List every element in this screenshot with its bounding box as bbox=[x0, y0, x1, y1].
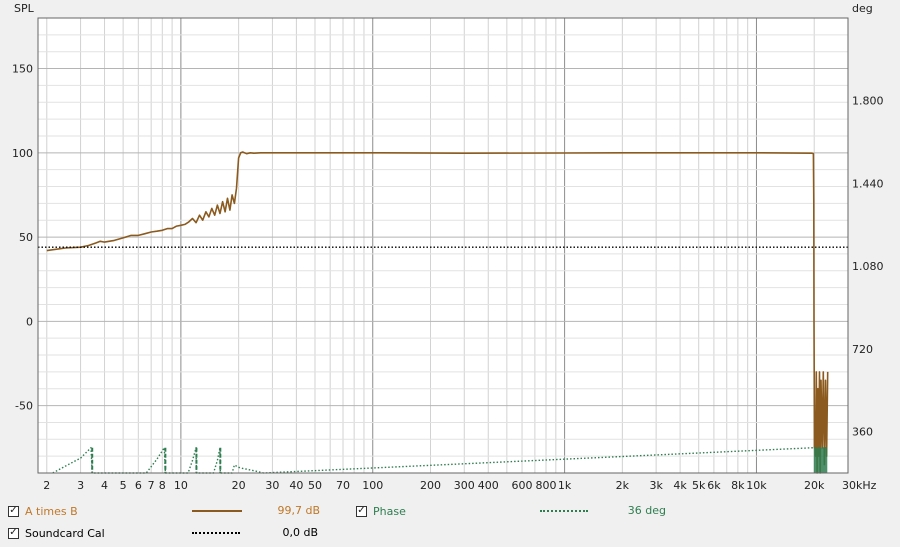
legend-label-soundcard-cal: Soundcard Cal bbox=[25, 526, 105, 540]
legend-label-a-times-b: A times B bbox=[25, 504, 78, 518]
legend-item-a-times-b[interactable]: ✓ A times B bbox=[8, 502, 78, 520]
legend-swatch-a-times-b bbox=[192, 510, 242, 512]
x-tick-label: 1k bbox=[558, 479, 572, 492]
y-tick-label-right: 1.080 bbox=[852, 260, 884, 273]
x-tick-label: 3 bbox=[77, 479, 84, 492]
y-tick-label-left: -50 bbox=[15, 400, 33, 413]
legend-swatch-soundcard-cal bbox=[192, 532, 240, 534]
x-tick-label: 300 bbox=[454, 479, 475, 492]
checkbox-a-times-b[interactable]: ✓ bbox=[8, 505, 19, 517]
x-tick-label: 20 bbox=[232, 479, 246, 492]
y-tick-label-left: 0 bbox=[26, 315, 33, 328]
x-tick-label: 7 bbox=[148, 479, 155, 492]
x-tick-label: 6 bbox=[135, 479, 142, 492]
y-tick-label-left: 50 bbox=[19, 231, 33, 244]
x-tick-label: 3k bbox=[649, 479, 663, 492]
x-tick-label: 8 bbox=[159, 479, 166, 492]
legend-panel: ✓ A times B 99,7 dB ✓ Phase 36 deg ✓ Sou… bbox=[0, 498, 900, 547]
y-tick-label-left: 150 bbox=[12, 63, 33, 76]
y-tick-label-left: 100 bbox=[12, 147, 33, 160]
y-tick-label-right: 720 bbox=[852, 343, 873, 356]
frequency-response-chart: SPL deg-500501001503607201.0801.4401.8002… bbox=[12, 2, 884, 492]
legend-swatch-phase bbox=[540, 510, 588, 512]
x-tick-label: 4k bbox=[673, 479, 687, 492]
x-tick-label: 70 bbox=[336, 479, 350, 492]
x-tick-label: 20k bbox=[804, 479, 825, 492]
checkbox-soundcard-cal[interactable]: ✓ bbox=[8, 527, 19, 539]
x-tick-label: 2 bbox=[43, 479, 50, 492]
x-tick-label: 30kHz bbox=[842, 479, 877, 492]
x-tick-label: 10 bbox=[174, 479, 188, 492]
x-tick-label: 50 bbox=[308, 479, 322, 492]
y-axis-label-left: SPL bbox=[14, 2, 35, 15]
y-tick-label-right: 360 bbox=[852, 426, 873, 439]
y-tick-label-right: 1.440 bbox=[852, 177, 884, 190]
x-tick-label: 2k bbox=[616, 479, 630, 492]
x-tick-label: 4 bbox=[101, 479, 108, 492]
y-tick-label-right: 1.800 bbox=[852, 95, 884, 108]
x-tick-label: 800 bbox=[536, 479, 557, 492]
x-tick-label: 8k bbox=[731, 479, 745, 492]
x-tick-label: 5 bbox=[120, 479, 127, 492]
x-tick-label: 40 bbox=[289, 479, 303, 492]
x-tick-label: 200 bbox=[420, 479, 441, 492]
y-axis-label-right: deg bbox=[852, 2, 873, 15]
legend-value-a-times-b: 99,7 dB bbox=[277, 504, 320, 517]
legend-value-phase: 36 deg bbox=[627, 504, 666, 517]
x-tick-label: 100 bbox=[362, 479, 383, 492]
x-tick-label: 5k bbox=[692, 479, 706, 492]
legend-item-phase[interactable]: ✓ Phase bbox=[356, 502, 406, 520]
phase-noise-block bbox=[813, 447, 828, 473]
legend-value-soundcard-cal: 0,0 dB bbox=[282, 526, 318, 539]
x-tick-label: 600 bbox=[512, 479, 533, 492]
x-tick-label: 6k bbox=[707, 479, 721, 492]
checkbox-phase[interactable]: ✓ bbox=[356, 505, 367, 517]
x-tick-label: 400 bbox=[478, 479, 499, 492]
legend-item-soundcard-cal[interactable]: ✓ Soundcard Cal bbox=[8, 524, 105, 542]
legend-label-phase: Phase bbox=[373, 504, 406, 518]
x-tick-label: 30 bbox=[265, 479, 279, 492]
x-tick-label: 10k bbox=[746, 479, 767, 492]
